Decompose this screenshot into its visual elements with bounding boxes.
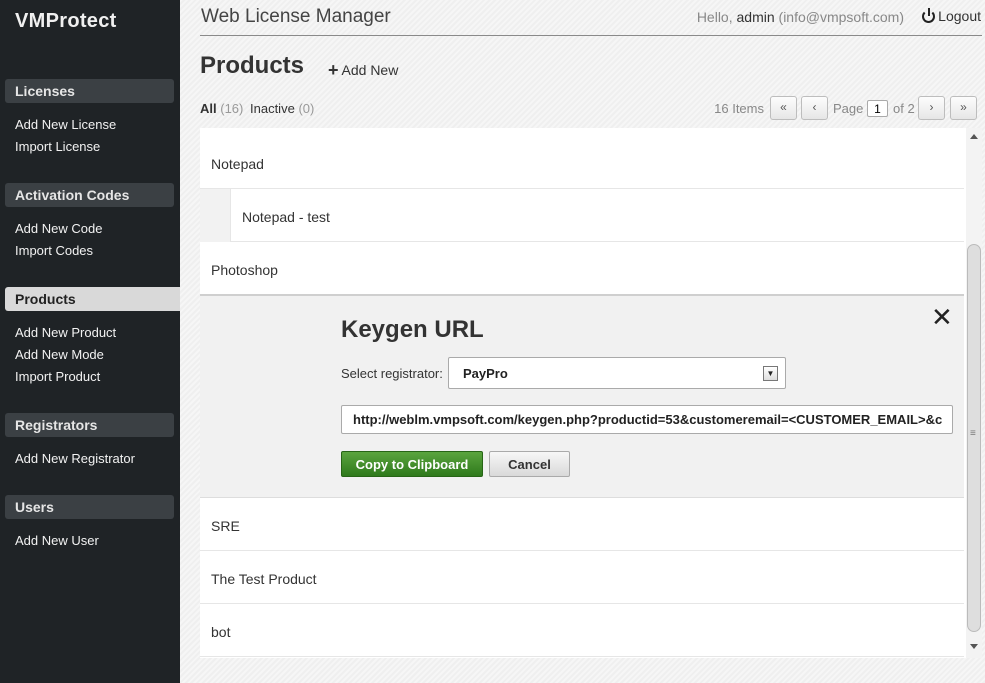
section-licenses[interactable]: Licenses [5,79,174,103]
page-of-label: of 2 [893,101,915,116]
list-item[interactable]: bot [200,604,964,657]
page-number-input[interactable] [867,100,888,117]
app-title: Web License Manager [201,6,391,27]
sidebar: VMProtect Licenses Add New License Impor… [0,0,190,683]
page-title: Products [200,52,305,79]
sidebar-item-import-codes[interactable]: Import Codes [15,243,93,258]
product-name: bot [211,624,231,640]
close-icon[interactable]: ✕ [931,302,953,333]
user-info: Hello, admin (info@vmpsoft.com) [697,9,904,25]
registrator-value: PayPro [463,366,508,381]
sidebar-item-import-license[interactable]: Import License [15,139,100,154]
scroll-thumb[interactable] [967,244,981,632]
logout-label: Logout [938,8,981,24]
filter-all-count: (16) [220,101,244,116]
product-name: Notepad - test [242,209,330,225]
filter-all[interactable]: All (16) [200,101,243,116]
list-item[interactable]: SRE [200,498,964,551]
filter-inactive-count: (0) [298,101,315,116]
list-item[interactable]: The Test Product [200,551,964,604]
sidebar-item-add-new-user[interactable]: Add New User [15,533,99,548]
items-count: 16 Items [714,101,764,116]
scroll-down-icon[interactable] [970,644,978,649]
plus-icon: + [328,60,339,80]
sidebar-item-add-new-mode[interactable]: Add New Mode [15,347,104,362]
product-name: SRE [211,518,240,534]
sidebar-item-add-new-registrator[interactable]: Add New Registrator [15,451,135,466]
sidebar-item-add-new-code[interactable]: Add New Code [15,221,102,236]
product-name: The Test Product [211,571,317,587]
filter-inactive[interactable]: Inactive (0) [250,101,314,116]
child-indent [200,189,230,242]
prev-page-button[interactable]: ‹ [801,96,828,120]
product-name: Notepad [211,156,264,172]
cancel-button[interactable]: Cancel [489,451,570,477]
list-item[interactable]: Notepad [200,136,964,189]
section-users[interactable]: Users [5,495,174,519]
sidebar-item-add-new-license[interactable]: Add New License [15,117,116,132]
scroll-up-icon[interactable] [970,134,978,139]
registrator-label: Select registrator: [341,366,443,381]
logout-button[interactable]: Logout [922,8,981,24]
product-list: Notepad Notepad - test Photoshop Keygen … [200,128,966,658]
keygen-panel: Keygen URL ✕ Select registrator: PayPro … [200,294,964,498]
copy-to-clipboard-button[interactable]: Copy to Clipboard [341,451,483,477]
list-item[interactable]: Photoshop [200,242,964,295]
sidebar-item-add-new-product[interactable]: Add New Product [15,325,116,340]
username[interactable]: admin [737,9,775,25]
scrollbar[interactable] [966,128,982,658]
filter-all-label: All [200,101,217,116]
registrator-select[interactable]: PayPro ▼ [448,357,786,389]
chevron-down-icon: ▼ [763,366,778,381]
next-page-button[interactable]: › [918,96,945,120]
product-name: Photoshop [211,262,278,278]
header-divider [200,35,982,36]
section-registrators[interactable]: Registrators [5,413,174,437]
brand-logo: VMProtect [15,10,117,32]
section-activation-codes[interactable]: Activation Codes [5,183,174,207]
add-new-button[interactable]: + Add New [328,60,398,81]
keygen-title: Keygen URL [341,316,484,343]
add-new-label: Add New [341,62,399,78]
last-page-button[interactable]: » [950,96,977,120]
first-page-button[interactable]: « [770,96,797,120]
hello-text: Hello, [696,9,733,25]
user-email: (info@vmpsoft.com) [778,9,904,25]
keygen-url-field[interactable] [341,405,953,434]
filter-inactive-label: Inactive [250,101,295,116]
power-icon [922,8,936,23]
list-item[interactable]: Notepad - test [230,189,964,242]
section-products[interactable]: Products [5,287,190,311]
sidebar-item-import-product[interactable]: Import Product [15,369,100,384]
page-label: Page [833,101,864,116]
